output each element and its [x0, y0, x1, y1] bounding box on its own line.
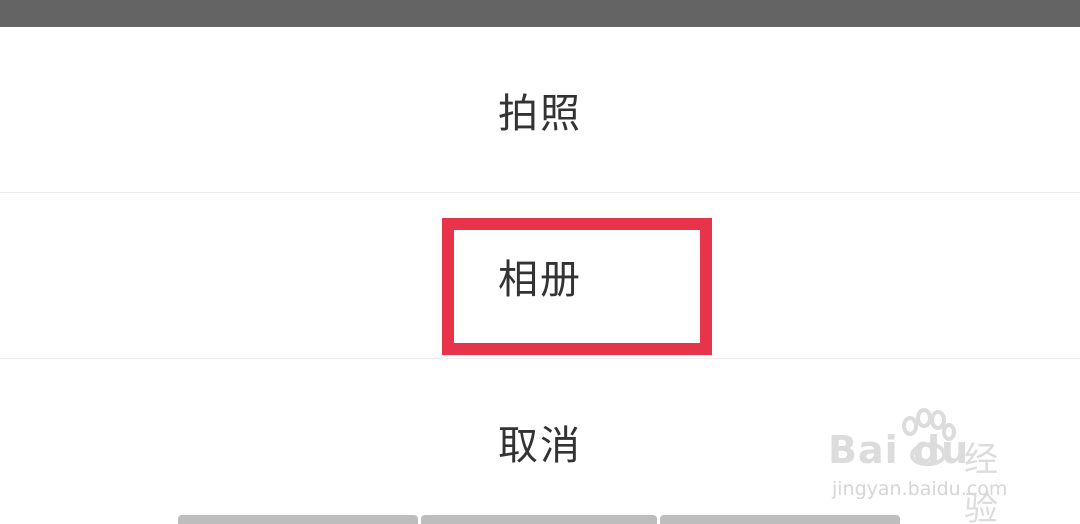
action-sheet: 拍照 相册 取消: [0, 27, 1080, 524]
screen: 拍照 相册 取消 Bai du 经验 jingyan.baidu.com: [0, 0, 1080, 524]
take-photo-option[interactable]: 拍照: [0, 27, 1080, 192]
take-photo-label: 拍照: [498, 90, 582, 137]
cancel-option[interactable]: 取消: [0, 359, 1080, 524]
cancel-label: 取消: [498, 422, 582, 469]
nav-bar-segment: [421, 515, 657, 524]
dim-overlay[interactable]: [0, 0, 1080, 27]
album-label: 相册: [498, 256, 582, 303]
album-option[interactable]: 相册: [0, 193, 1080, 358]
nav-bar-segment: [178, 515, 418, 524]
nav-bar-segment: [660, 515, 900, 524]
